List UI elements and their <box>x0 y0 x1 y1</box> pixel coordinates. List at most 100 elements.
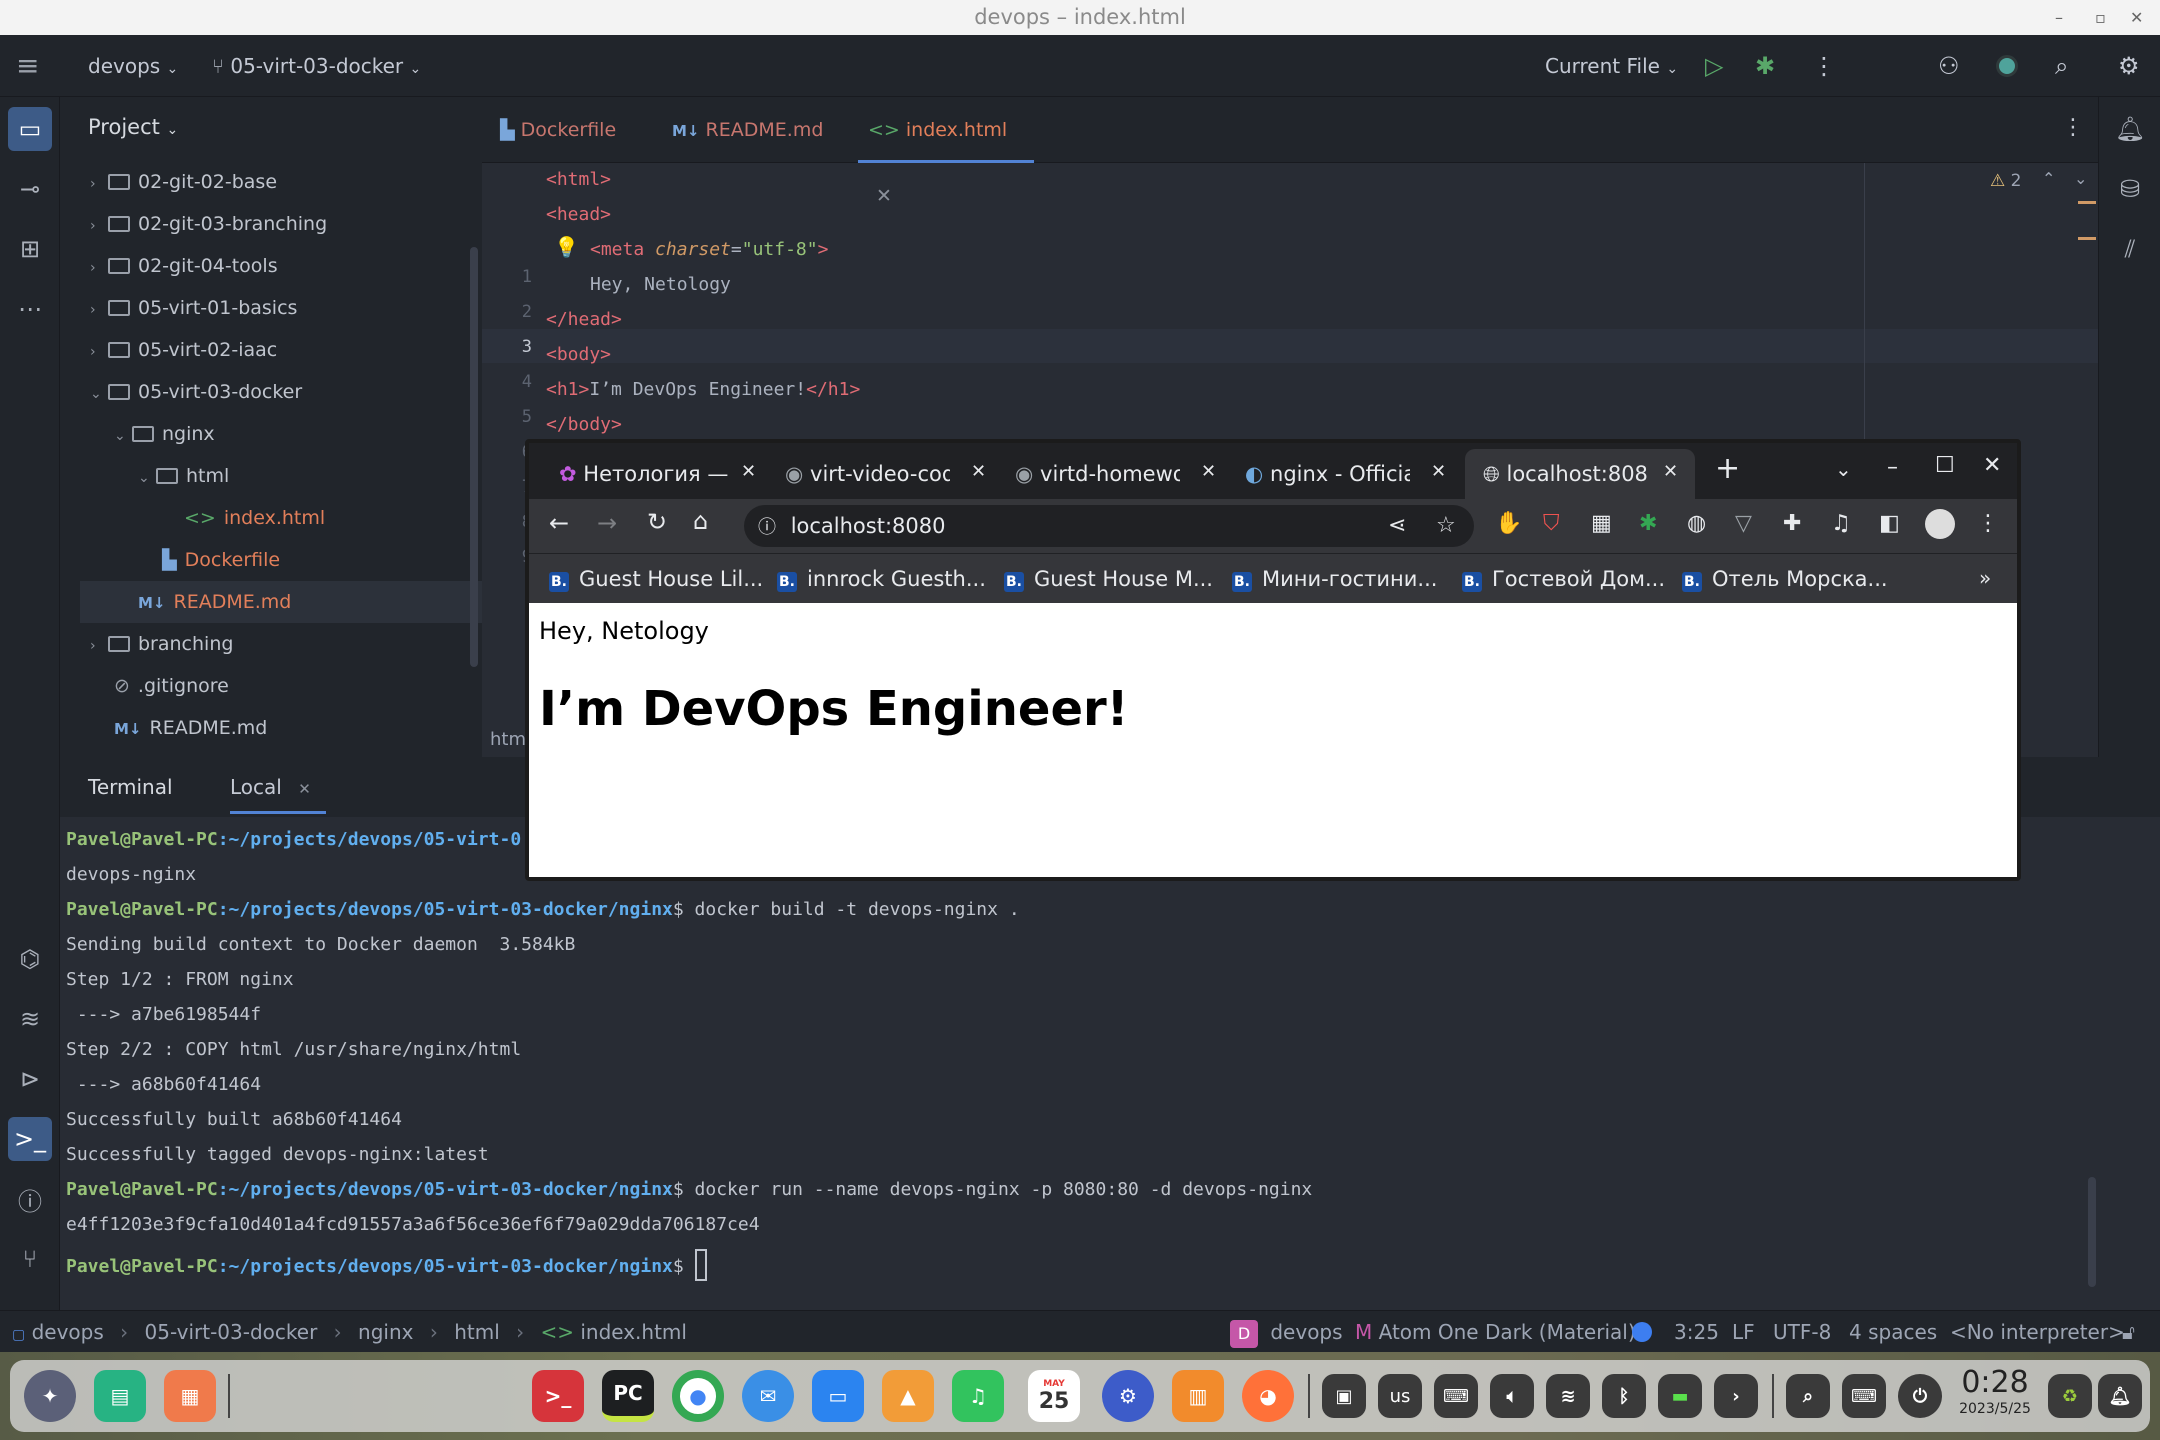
minimize-icon[interactable]: – <box>1887 455 1898 480</box>
tray-expand-icon[interactable]: › <box>1714 1374 1758 1418</box>
project-panel-header[interactable]: Project ⌄ <box>88 115 178 139</box>
circle-extension-icon[interactable]: ◍ <box>1687 511 1706 536</box>
adblock-extension-icon[interactable]: ✋ <box>1495 511 1522 536</box>
notification-center-icon[interactable]: 🔔︎ <box>2098 1374 2142 1418</box>
vcs-widget[interactable]: D devops <box>1230 1311 1343 1353</box>
close-icon[interactable]: ✕ <box>2130 0 2143 35</box>
pycharm-icon[interactable]: PC <box>602 1370 654 1422</box>
code-with-me-icon[interactable] <box>1996 35 2018 97</box>
bookmark-item[interactable]: B. Guest House Lil... <box>549 554 763 604</box>
lock-icon[interactable]: 🔓︎ <box>2122 1311 2135 1353</box>
project-scrollbar[interactable] <box>470 247 478 667</box>
python-console-icon[interactable]: ⌬ <box>8 937 52 981</box>
thunderbird-icon[interactable]: ✉ <box>742 1370 794 1422</box>
profile-avatar[interactable] <box>1925 509 1955 539</box>
git-icon[interactable]: ⑂ <box>8 1237 52 1281</box>
caret-position[interactable]: 3:25 <box>1674 1311 1719 1353</box>
crumb-html[interactable]: html <box>454 1320 500 1344</box>
problems-icon[interactable]: ⓘ <box>8 1177 52 1221</box>
run-config-selector[interactable]: Current File ⌄ <box>1545 35 1678 97</box>
tree-folder-html[interactable]: ⌄ html <box>80 455 520 497</box>
crumb-05-virt-03-docker[interactable]: 05-virt-03-docker <box>145 1320 318 1344</box>
power-icon[interactable]: ⏻ <box>1898 1374 1942 1418</box>
theme-widget[interactable]: M Atom One Dark (Material) <box>1355 1311 1636 1353</box>
layers-icon[interactable]: ≋ <box>8 997 52 1041</box>
tab-readme-md[interactable]: M↓ README.md <box>662 97 840 163</box>
close-tab-icon[interactable]: ✕ <box>741 461 756 482</box>
add-user-icon[interactable]: ⚇ <box>1938 35 1960 97</box>
trash-icon[interactable]: ♻ <box>2048 1374 2092 1418</box>
launcher-icon[interactable]: ✦ <box>24 1370 76 1422</box>
back-icon[interactable]: ← <box>549 509 569 537</box>
warning-marker[interactable] <box>2078 201 2096 204</box>
reload-icon[interactable]: ↻ <box>647 508 667 536</box>
tab-index-html[interactable]: <> index.html ✕ <box>858 97 1034 207</box>
file-manager-icon[interactable]: ▭ <box>812 1370 864 1422</box>
tree-file-index-html[interactable]: <> index.html <box>80 497 520 539</box>
forward-icon[interactable]: → <box>597 509 617 537</box>
tree-folder-05-virt-02-iaac[interactable]: › 05-virt-02-iaac <box>80 329 520 371</box>
tab-search-icon[interactable]: ⌄ <box>1835 457 1852 481</box>
tree-folder-nginx[interactable]: ⌄ nginx <box>80 413 520 455</box>
close-tab-icon[interactable]: ✕ <box>1201 461 1216 482</box>
bookmark-item[interactable]: B. innrock Guesth... <box>777 554 986 604</box>
tab-options-icon[interactable]: ⋮ <box>2062 115 2084 140</box>
crumb-devops[interactable]: devops <box>32 1320 104 1344</box>
terminal-scrollbar[interactable] <box>2088 1177 2096 1287</box>
more-bookmarks-icon[interactable]: » <box>1979 566 1991 590</box>
services-icon[interactable]: ⊳ <box>8 1057 52 1101</box>
keyboard-icon[interactable]: ⌨ <box>1434 1374 1478 1418</box>
warning-marker[interactable] <box>2078 237 2096 240</box>
site-info-icon[interactable]: ⓘ <box>758 517 776 538</box>
bookmark-item[interactable]: B. Guest House M... <box>1004 554 1213 604</box>
debug-icon[interactable]: ✱ <box>1755 35 1775 97</box>
run-icon[interactable]: ▷ <box>1705 35 1723 97</box>
bookmark-star-icon[interactable]: ☆ <box>1436 505 1456 547</box>
tree-folder-branching[interactable]: › branching <box>80 623 520 665</box>
minimize-icon[interactable]: – <box>2055 0 2063 35</box>
bookmark-item[interactable]: B. Гостевой Дом... <box>1462 554 1665 604</box>
home-icon[interactable]: ⌂ <box>693 507 708 535</box>
new-tab-icon[interactable]: + <box>1715 451 1740 486</box>
bluetooth-icon[interactable]: ᛒ <box>1602 1374 1646 1418</box>
interpreter-selector[interactable]: <No interpreter> <box>1950 1311 2125 1353</box>
calendar-icon[interactable]: MAY 25 <box>1028 1370 1080 1422</box>
color-extension-icon[interactable]: ✱ <box>1639 511 1657 536</box>
sciview-icon[interactable]: ⫽ <box>2108 227 2152 271</box>
project-switcher[interactable]: devops ⌄ <box>88 35 178 97</box>
tab-local[interactable]: Local ✕ <box>230 775 326 814</box>
image-viewer-icon[interactable]: ▲ <box>882 1370 934 1422</box>
settings-app-icon[interactable]: ⚙ <box>1102 1370 1154 1422</box>
music-icon[interactable]: ♫ <box>952 1370 1004 1422</box>
lightbulb-icon[interactable]: 💡 <box>554 235 579 259</box>
browser-menu-icon[interactable]: ⋮ <box>1977 511 1999 536</box>
clock[interactable]: 0:28 2023/5/25 <box>1955 1366 2035 1418</box>
main-menu-icon[interactable]: ≡ <box>16 35 39 97</box>
more-tools-icon[interactable]: ⋯ <box>8 287 52 331</box>
pocket-extension-icon[interactable]: ⛉ <box>1543 511 1560 536</box>
volume-icon[interactable]: 🔈︎ <box>1490 1374 1534 1418</box>
tree-file-readme-md-root[interactable]: M↓ README.md <box>80 707 520 749</box>
settings-gear-icon[interactable]: ⚙ <box>2118 35 2140 97</box>
browser-tab-nginx[interactable]: ◐ nginx - Officia <box>1235 449 1410 499</box>
address-bar[interactable]: ⓘ localhost:8080 ⋖ ☆ <box>744 505 1474 547</box>
onscreen-keyboard-icon[interactable]: ⌨ <box>1842 1374 1886 1418</box>
close-tab-icon[interactable]: ✕ <box>876 185 892 207</box>
bookmark-item[interactable]: B. Мини-гостини... <box>1232 554 1437 604</box>
terminal-icon[interactable]: >_ <box>8 1117 52 1161</box>
notifications-bell-icon[interactable]: 🔔︎ <box>2108 107 2152 151</box>
tree-folder-05-virt-01-basics[interactable]: › 05-virt-01-basics <box>80 287 520 329</box>
store-bag-icon[interactable]: ▥ <box>1172 1370 1224 1422</box>
maximize-icon[interactable]: ☐ <box>1935 453 1955 478</box>
share-icon[interactable]: ⋖ <box>1388 505 1406 547</box>
line-separator[interactable]: LF <box>1732 1311 1755 1353</box>
chrome-icon[interactable]: ● <box>672 1370 724 1422</box>
close-tab-icon[interactable]: ✕ <box>1431 461 1446 482</box>
restore-icon[interactable]: ▫ <box>2095 0 2106 35</box>
close-tab-icon[interactable]: ✕ <box>1663 461 1678 482</box>
crumb-index-html[interactable]: index.html <box>580 1320 687 1344</box>
qr-extension-icon[interactable]: ▦ <box>1591 511 1612 536</box>
screenshot-tray-icon[interactable]: ▣ <box>1322 1374 1366 1418</box>
close-tab-icon[interactable]: ✕ <box>971 461 986 482</box>
project-folder-icon[interactable]: ▭ <box>8 107 52 151</box>
